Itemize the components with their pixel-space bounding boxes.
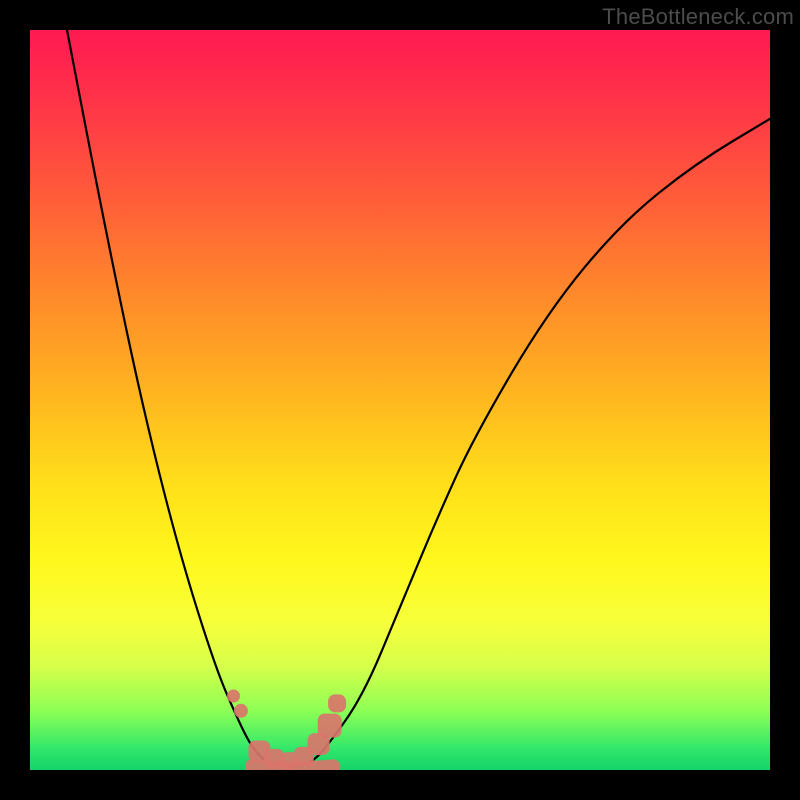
- curve-markers: [227, 690, 346, 771]
- curve-path: [67, 30, 770, 766]
- chart-frame: TheBottleneck.com: [0, 0, 800, 800]
- watermark-text: TheBottleneck.com: [602, 4, 794, 30]
- curve-marker: [234, 704, 248, 718]
- curve-marker: [318, 714, 342, 738]
- bottleneck-curve: [30, 30, 770, 770]
- plot-area: [30, 30, 770, 770]
- curve-marker: [227, 690, 240, 703]
- curve-marker: [328, 694, 346, 712]
